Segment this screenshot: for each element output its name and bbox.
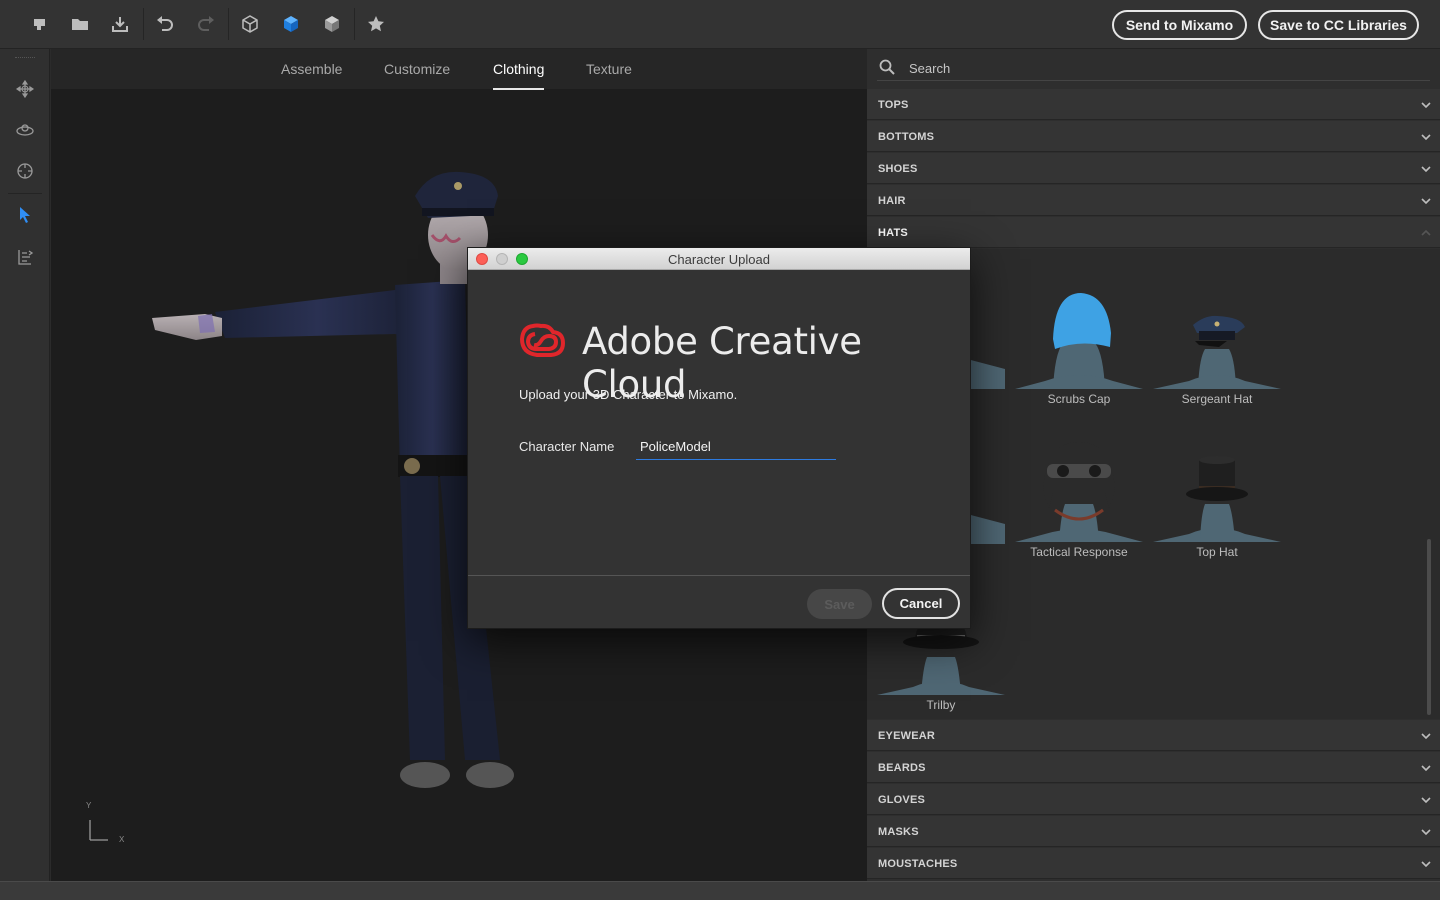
star-icon[interactable] — [364, 12, 388, 36]
category-shoes[interactable]: SHOES — [867, 153, 1440, 184]
cancel-button[interactable]: Cancel — [882, 588, 960, 619]
dialog-title: Character Upload — [668, 252, 770, 267]
hat-label: Sergeant Hat — [1181, 392, 1253, 406]
creative-cloud-logo-icon — [519, 323, 566, 364]
category-masks[interactable]: MASKS — [867, 816, 1440, 847]
upload-description: Upload your 3D Character to Mixamo. — [519, 387, 738, 402]
import-icon[interactable] — [108, 12, 132, 36]
category-tops[interactable]: TOPS — [867, 89, 1440, 120]
chevron-up-icon — [1420, 226, 1432, 244]
hat-label: Scrubs Cap — [1047, 392, 1111, 406]
cube-shaded-icon[interactable] — [320, 12, 344, 36]
cube-outline-icon[interactable] — [238, 12, 262, 36]
category-hats[interactable]: HATS — [867, 217, 1440, 248]
target-icon[interactable] — [13, 159, 37, 183]
category-eyewear[interactable]: EYEWEAR — [867, 720, 1440, 751]
category-beards[interactable]: BEARDS — [867, 752, 1440, 783]
search-icon — [879, 59, 895, 80]
character-name-label: Character Name — [519, 439, 615, 454]
pose-icon[interactable] — [13, 245, 37, 269]
save-button[interactable]: Save — [807, 589, 872, 619]
hat-tile-tactical-response[interactable]: Tactical Response — [1015, 442, 1143, 567]
hat-label: Tactical Response — [1030, 545, 1128, 559]
open-folder-icon[interactable] — [68, 12, 92, 36]
select-arrow-icon[interactable] — [13, 203, 37, 227]
undo-icon[interactable] — [153, 12, 177, 36]
character-name-input[interactable] — [636, 434, 836, 460]
hat-tile-sergeant-hat[interactable]: Sergeant Hat — [1153, 289, 1281, 414]
hats-scrollbar[interactable] — [1427, 539, 1431, 715]
hat-label: Top Hat — [1196, 545, 1238, 559]
category-bottoms[interactable]: BOTTOMS — [867, 121, 1440, 152]
hat-label: Trilby — [926, 698, 956, 712]
chevron-down-icon — [1420, 761, 1432, 779]
top-toolbar: Send to Mixamo Save to CC Libraries — [0, 0, 1440, 49]
chevron-down-icon — [1420, 130, 1432, 148]
hat-tile-scrubs-cap[interactable]: Scrubs Cap — [1015, 289, 1143, 414]
search-input[interactable] — [909, 58, 1409, 78]
left-tool-rail — [0, 49, 50, 881]
divider — [468, 575, 970, 576]
send-to-mixamo-button[interactable]: Send to Mixamo — [1112, 10, 1247, 40]
category-hair[interactable]: HAIR — [867, 185, 1440, 216]
cube-solid-icon[interactable] — [279, 12, 303, 36]
dialog-titlebar: Character Upload — [468, 248, 970, 270]
chevron-down-icon — [1420, 162, 1432, 180]
chevron-down-icon — [1420, 98, 1432, 116]
search-bar — [877, 57, 1430, 81]
chevron-down-icon — [1420, 729, 1432, 747]
orbit-icon[interactable] — [13, 118, 37, 142]
app-window: Send to Mixamo Save to CC Libraries Asse… — [0, 0, 1440, 900]
chevron-down-icon — [1420, 194, 1432, 212]
hat-tile-top-hat[interactable]: Top Hat — [1153, 442, 1281, 567]
chevron-down-icon — [1420, 793, 1432, 811]
redo-icon[interactable] — [194, 12, 218, 36]
chevron-down-icon — [1420, 825, 1432, 843]
axis-y-label: Y — [86, 801, 92, 810]
save-to-cc-libraries-button[interactable]: Save to CC Libraries — [1258, 10, 1419, 40]
mixamo-icon[interactable] — [27, 12, 51, 36]
axis-x-label: X — [119, 835, 125, 844]
move-icon[interactable] — [13, 77, 37, 101]
category-gloves[interactable]: GLOVES — [867, 784, 1440, 815]
character-upload-dialog: Character Upload Adobe Creative Cloud Up… — [467, 247, 971, 629]
chevron-down-icon — [1420, 857, 1432, 875]
status-bar — [0, 881, 1440, 900]
category-moustaches[interactable]: MOUSTACHES — [867, 848, 1440, 879]
